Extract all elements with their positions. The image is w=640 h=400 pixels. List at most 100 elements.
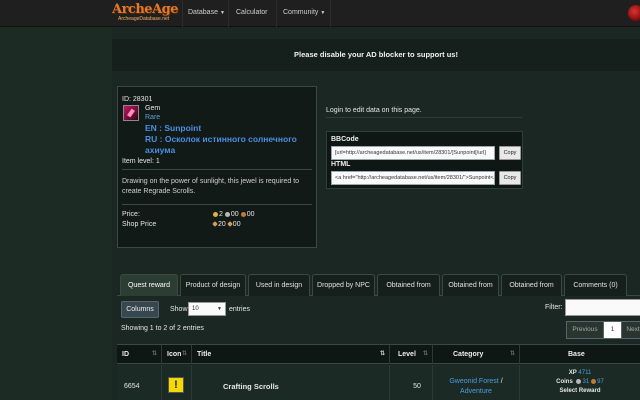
column-header-icon[interactable]: Icon ⇅: [162, 345, 192, 364]
chevron-down-icon: ▼: [217, 306, 222, 312]
divider: [326, 117, 522, 118]
tab-quest-reward[interactable]: Quest reward: [120, 274, 178, 296]
chevron-down-icon: ▼: [219, 10, 225, 16]
category-zone-link[interactable]: Gweonid Forest: [449, 378, 498, 385]
price-label: Price:: [122, 211, 140, 218]
nav-divider: [228, 0, 229, 27]
site-logo[interactable]: ArcheAge ArcheageDatabase.net: [112, 2, 180, 24]
copy-bbcode-button[interactable]: Copy: [499, 146, 521, 160]
sort-icon: ⇅: [509, 351, 515, 357]
cell-base: XP 4711 Coins 31 97 Select Reward: [520, 365, 640, 400]
previous-page-button[interactable]: Previous: [566, 321, 604, 339]
nav-community-label: Community: [283, 9, 319, 16]
entries-select[interactable]: 10 ▼: [188, 302, 226, 316]
table-info: Showing 1 to 2 of 2 entries: [121, 325, 204, 332]
nav-calculator[interactable]: Calculator: [236, 9, 268, 16]
show-label: Show: [170, 306, 188, 313]
item-rarity: Rare: [145, 114, 161, 121]
nav-community[interactable]: Community ▼: [283, 9, 325, 16]
table-header: ID ⇅ Icon ⇅ Title ⇅ Level ⇅ Category ⇅ Base: [117, 344, 640, 364]
gem-icon: [123, 105, 139, 121]
tab-dropped-by-npc[interactable]: Dropped by NPC: [312, 274, 375, 296]
tab-obtained-from-3[interactable]: Obtained from: [501, 274, 562, 296]
item-type: Gem: [145, 105, 161, 112]
category-type-link[interactable]: Adventure: [460, 388, 492, 395]
silver-coin-icon: [224, 211, 230, 217]
price-silver: 00: [230, 211, 239, 218]
tab-used-in-design[interactable]: Used in design: [248, 274, 310, 296]
column-header-level-label: Level: [398, 351, 416, 358]
silver-coin-icon: [576, 378, 582, 384]
sort-icon: ⇅: [422, 351, 428, 357]
sort-asc-icon: ⇅: [379, 351, 385, 357]
column-header-id[interactable]: ID ⇅: [117, 345, 162, 364]
cell-title[interactable]: Crafting Scrolls: [192, 365, 390, 400]
xp-line: XP 4711: [520, 369, 640, 378]
column-header-base[interactable]: Base: [520, 345, 640, 364]
cell-level: 50: [390, 365, 433, 400]
logo-subtitle: ArcheageDatabase.net: [118, 16, 170, 22]
coins-line: Coins 31 97: [520, 378, 640, 387]
entries-label: entries: [229, 306, 251, 313]
item-name-en: EN : Sunpoint: [145, 123, 202, 133]
sort-icon: ⇅: [181, 351, 187, 357]
column-header-level[interactable]: Level ⇅: [390, 345, 433, 364]
column-header-icon-label: Icon: [167, 351, 182, 358]
nav-calculator-label: Calculator: [236, 9, 268, 16]
html-field[interactable]: <a href="http://archeagedatabase.net/us/…: [331, 171, 495, 185]
tab-obtained-from-1[interactable]: Obtained from: [377, 274, 440, 296]
divider: [122, 204, 312, 205]
tab-comments[interactable]: Comments (0): [564, 274, 627, 296]
column-header-category[interactable]: Category ⇅: [433, 345, 520, 364]
shop-price-label: Shop Price: [122, 221, 157, 228]
coins-silver: 31: [582, 379, 590, 385]
price-copper: 00: [246, 211, 255, 218]
nav-database-label: Database: [188, 9, 218, 16]
share-panel: BBCode [url=http://archeagedatabase.net/…: [326, 131, 523, 189]
copper-coin-icon: [591, 378, 597, 384]
shop-price-value: 20 00: [211, 221, 241, 228]
tab-bar: Quest reward Product of design Used in d…: [117, 270, 640, 296]
item-name-ru: RU : Осколок истинного солнечного ахиума: [145, 134, 297, 155]
category-separator: /: [498, 378, 503, 385]
item-id: ID: 28301: [122, 96, 153, 103]
login-prompt[interactable]: Login to edit data on this page.: [326, 107, 422, 114]
quest-title-link[interactable]: Crafting Scrolls: [223, 382, 279, 391]
quest-exclamation-icon: !: [168, 377, 184, 393]
sort-icon: ⇅: [151, 351, 157, 357]
top-navbar: ArcheAge ArcheageDatabase.net Database ▼ …: [0, 0, 640, 27]
copy-html-button[interactable]: Copy: [499, 171, 521, 185]
page-1-button[interactable]: 1: [603, 321, 622, 339]
table-row[interactable]: 6654 Crafting Scrolls 50 Gweonid Forest …: [117, 365, 640, 400]
price-value: 2 00 00: [211, 211, 255, 218]
item-info-panel: ID: 28301 Gem Rare EN : Sunpoint RU : Ос…: [117, 86, 317, 248]
item-level: Item level: 1: [122, 158, 160, 165]
price-gold: 2: [219, 211, 223, 218]
select-reward-label: Select Reward: [559, 388, 601, 394]
columns-button[interactable]: Columns: [121, 301, 159, 318]
divider: [122, 169, 312, 170]
next-page-button[interactable]: Next: [621, 321, 640, 339]
nav-divider: [330, 0, 331, 27]
tab-obtained-from-2[interactable]: Obtained from: [442, 274, 499, 296]
column-header-category-label: Category: [453, 351, 484, 358]
nav-database[interactable]: Database ▼: [188, 9, 225, 16]
column-header-title-label: Title: [197, 351, 212, 358]
item-description: Drawing on the power of sunlight, this j…: [122, 178, 300, 195]
xp-value: 4711: [578, 370, 592, 376]
bbcode-label: BBCode: [331, 136, 359, 143]
chevron-down-icon: ▼: [320, 10, 326, 16]
nav-divider: [276, 0, 277, 27]
gold-coin-icon: [213, 211, 218, 217]
column-header-base-label: Base: [568, 351, 585, 358]
xp-label: XP: [568, 370, 577, 376]
cell-id: 6654: [117, 365, 162, 400]
user-avatar-icon[interactable]: [628, 5, 640, 21]
filter-input[interactable]: [565, 299, 640, 316]
html-label: HTML: [331, 161, 351, 168]
tab-product-of-design[interactable]: Product of design: [180, 274, 246, 296]
gilda-star-icon: [226, 221, 233, 227]
bbcode-field[interactable]: [url=http://archeagedatabase.net/us/item…: [331, 146, 495, 160]
column-header-title[interactable]: Title ⇅: [192, 345, 390, 364]
shop-price-a: 20: [218, 221, 226, 228]
